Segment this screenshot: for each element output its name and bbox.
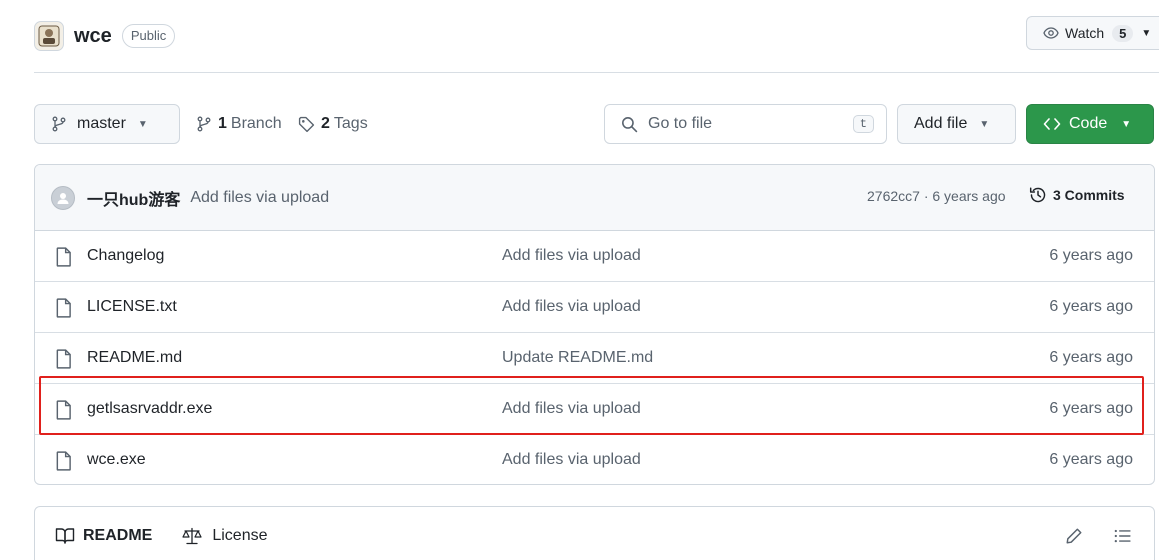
file-commit-message[interactable]: Add files via upload [502, 247, 641, 265]
pencil-icon[interactable] [1065, 527, 1083, 545]
chevron-down-icon: ▼ [1141, 27, 1152, 39]
code-icon [1043, 118, 1061, 130]
file-row[interactable]: README.md Update README.md 6 years ago [35, 333, 1154, 384]
add-file-label: Add file [914, 115, 968, 132]
file-name[interactable]: LICENSE.txt [87, 298, 177, 316]
search-icon [622, 116, 638, 132]
branch-name: master [77, 115, 126, 132]
file-date: 6 years ago [1049, 349, 1133, 366]
go-to-file-input[interactable] [648, 115, 838, 133]
header-divider [34, 72, 1159, 73]
file-name[interactable]: getlsasrvaddr.exe [87, 400, 212, 418]
commit-author[interactable]: 一只hub游客 [87, 186, 180, 210]
book-icon [55, 528, 75, 544]
file-date: 6 years ago [1049, 247, 1133, 264]
file-row[interactable]: Changelog Add files via upload 6 years a… [35, 231, 1154, 282]
git-branch-icon [197, 116, 211, 132]
commit-author-avatar[interactable] [51, 185, 75, 210]
file-row[interactable]: getlsasrvaddr.exe Add files via upload 6… [35, 384, 1154, 435]
tab-license[interactable]: License [182, 527, 268, 545]
file-commit-message[interactable]: Add files via upload [502, 400, 641, 418]
commit-message[interactable]: Add files via upload [190, 189, 329, 207]
readme-header: README License [34, 506, 1155, 560]
repo-header: wce Public [34, 18, 176, 54]
branches-count: 1 [218, 115, 227, 132]
file-commit-message[interactable]: Add files via upload [502, 451, 641, 469]
git-branch-icon [52, 116, 66, 132]
add-file-button[interactable]: Add file ▼ [897, 104, 1016, 144]
tag-icon [298, 116, 315, 132]
file-date: 6 years ago [1049, 451, 1133, 468]
readme-label: README [83, 527, 153, 544]
keyboard-shortcut-hint: t [852, 115, 874, 133]
license-label: License [212, 527, 268, 544]
chevron-down-icon: ▼ [979, 118, 990, 130]
owner-avatar-image [38, 25, 60, 47]
file-icon [56, 247, 71, 267]
file-icon [56, 400, 71, 420]
code-label: Code [1069, 115, 1108, 132]
eye-icon [1043, 27, 1059, 39]
code-button[interactable]: Code ▼ [1026, 104, 1154, 144]
file-commit-message[interactable]: Update README.md [502, 349, 653, 367]
visibility-badge: Public [121, 24, 176, 48]
commit-sha-time[interactable]: 2762cc7 · 6 years ago [867, 188, 1006, 204]
file-date: 6 years ago [1049, 400, 1133, 417]
latest-commit-row: 一只hub游客 Add files via upload 2762cc7 · 6… [35, 165, 1154, 231]
file-row[interactable]: wce.exe Add files via upload 6 years ago [35, 435, 1154, 484]
owner-avatar[interactable] [34, 21, 64, 51]
file-icon [56, 349, 71, 369]
file-icon [56, 298, 71, 318]
chevron-down-icon: ▼ [137, 118, 148, 130]
file-row[interactable]: LICENSE.txt Add files via upload 6 years… [35, 282, 1154, 333]
watch-count: 5 [1112, 24, 1134, 42]
chevron-down-icon: ▼ [1121, 118, 1132, 130]
list-unordered-icon[interactable] [1113, 527, 1131, 545]
watch-label: Watch [1065, 25, 1105, 41]
file-name[interactable]: README.md [87, 349, 182, 367]
file-name[interactable]: Changelog [87, 247, 164, 265]
history-icon [1029, 187, 1046, 203]
file-name[interactable]: wce.exe [87, 451, 146, 469]
commits-history-link[interactable]: 3 Commits [1029, 186, 1125, 204]
law-icon [182, 527, 202, 545]
file-icon [56, 451, 71, 471]
watch-button[interactable]: Watch 5 ▼ [1026, 16, 1159, 50]
commits-label: 3 Commits [1053, 187, 1125, 203]
tags-label: Tags [333, 115, 368, 132]
tags-count: 2 [321, 115, 330, 132]
tags-link[interactable]: 2 Tags [298, 104, 368, 144]
go-to-file-search[interactable]: t [604, 104, 887, 144]
branch-selector[interactable]: master ▼ [34, 104, 180, 144]
file-date: 6 years ago [1049, 298, 1133, 315]
user-icon [57, 192, 69, 204]
file-commit-message[interactable]: Add files via upload [502, 298, 641, 316]
tab-readme[interactable]: README [55, 527, 152, 545]
repo-name[interactable]: wce [74, 25, 112, 48]
file-table: 一只hub游客 Add files via upload 2762cc7 · 6… [34, 164, 1155, 485]
branches-link[interactable]: 1 Branch [196, 104, 282, 144]
branches-label: Branch [230, 115, 282, 132]
